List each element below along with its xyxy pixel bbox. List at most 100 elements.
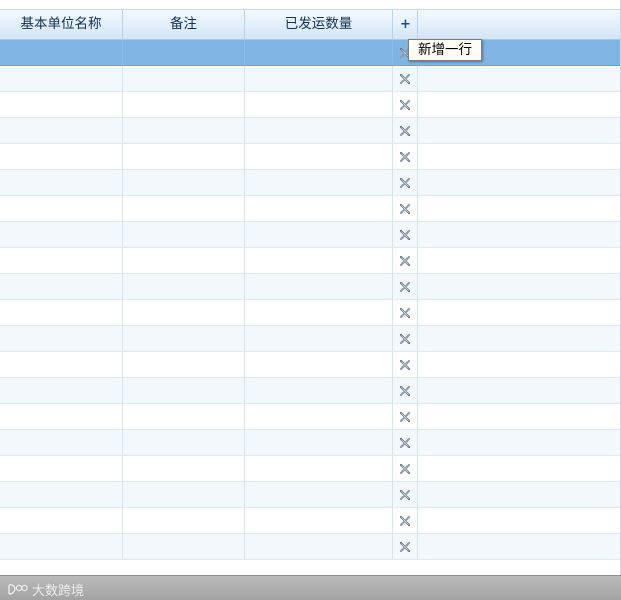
cell-base-unit-name[interactable]: [0, 404, 123, 429]
cell-remark[interactable]: [123, 534, 245, 559]
cell-shipped-qty[interactable]: [245, 534, 393, 559]
delete-row-button[interactable]: [393, 144, 418, 169]
cell-base-unit-name[interactable]: [0, 274, 123, 299]
cell-shipped-qty[interactable]: [245, 92, 393, 117]
table-row[interactable]: [0, 274, 620, 300]
cell-base-unit-name[interactable]: [0, 482, 123, 507]
cell-shipped-qty[interactable]: [245, 196, 393, 221]
cell-base-unit-name[interactable]: [0, 300, 123, 325]
cell-remark[interactable]: [123, 378, 245, 403]
cell-shipped-qty[interactable]: [245, 66, 393, 91]
table-row[interactable]: [0, 508, 620, 534]
cell-base-unit-name[interactable]: [0, 534, 123, 559]
delete-row-button[interactable]: [393, 92, 418, 117]
cell-shipped-qty[interactable]: [245, 170, 393, 195]
cell-base-unit-name[interactable]: [0, 378, 123, 403]
cell-base-unit-name[interactable]: [0, 144, 123, 169]
cell-base-unit-name[interactable]: [0, 326, 123, 351]
cell-shipped-qty[interactable]: [245, 248, 393, 273]
cell-base-unit-name[interactable]: [0, 118, 123, 143]
table-row[interactable]: [0, 482, 620, 508]
cell-shipped-qty[interactable]: [245, 300, 393, 325]
cell-remark[interactable]: [123, 222, 245, 247]
cell-remark[interactable]: [123, 508, 245, 533]
table-row[interactable]: [0, 378, 620, 404]
delete-row-button[interactable]: [393, 352, 418, 377]
delete-row-button[interactable]: [393, 118, 418, 143]
table-row[interactable]: [0, 430, 620, 456]
cell-base-unit-name[interactable]: [0, 92, 123, 117]
cell-base-unit-name[interactable]: [0, 170, 123, 195]
column-header-base-unit-name[interactable]: 基本单位名称: [0, 10, 123, 39]
cell-remark[interactable]: [123, 170, 245, 195]
table-row[interactable]: [0, 404, 620, 430]
cell-shipped-qty[interactable]: [245, 430, 393, 455]
table-row[interactable]: [0, 92, 620, 118]
delete-row-button[interactable]: [393, 534, 418, 559]
delete-row-button[interactable]: [393, 170, 418, 195]
cell-remark[interactable]: [123, 92, 245, 117]
cell-shipped-qty[interactable]: [245, 456, 393, 481]
table-row[interactable]: [0, 326, 620, 352]
delete-row-button[interactable]: [393, 326, 418, 351]
table-row[interactable]: [0, 196, 620, 222]
delete-row-button[interactable]: [393, 300, 418, 325]
cell-remark[interactable]: [123, 66, 245, 91]
cell-remark[interactable]: [123, 352, 245, 377]
cell-shipped-qty[interactable]: [245, 274, 393, 299]
cell-remark[interactable]: [123, 144, 245, 169]
table-row[interactable]: [0, 118, 620, 144]
cell-shipped-qty[interactable]: [245, 378, 393, 403]
cell-remark[interactable]: [123, 430, 245, 455]
cell-base-unit-name[interactable]: [0, 456, 123, 481]
delete-row-button[interactable]: [393, 482, 418, 507]
delete-row-button[interactable]: [393, 378, 418, 403]
delete-row-button[interactable]: [393, 404, 418, 429]
cell-base-unit-name[interactable]: [0, 66, 123, 91]
column-header-remark[interactable]: 备注: [123, 10, 245, 39]
cell-base-unit-name[interactable]: [0, 352, 123, 377]
table-row[interactable]: [0, 534, 620, 560]
cell-shipped-qty[interactable]: [245, 144, 393, 169]
table-row[interactable]: [0, 300, 620, 326]
cell-remark[interactable]: [123, 196, 245, 221]
delete-row-button[interactable]: [393, 456, 418, 481]
cell-base-unit-name[interactable]: [0, 196, 123, 221]
table-row[interactable]: [0, 456, 620, 482]
delete-row-button[interactable]: [393, 196, 418, 221]
table-row[interactable]: [0, 40, 620, 66]
table-row[interactable]: [0, 144, 620, 170]
delete-row-button[interactable]: [393, 66, 418, 91]
cell-shipped-qty[interactable]: [245, 326, 393, 351]
cell-shipped-qty[interactable]: [245, 118, 393, 143]
cell-remark[interactable]: [123, 300, 245, 325]
cell-remark[interactable]: [123, 482, 245, 507]
cell-remark[interactable]: [123, 248, 245, 273]
cell-remark[interactable]: [123, 40, 245, 65]
table-row[interactable]: [0, 222, 620, 248]
cell-base-unit-name[interactable]: [0, 222, 123, 247]
cell-shipped-qty[interactable]: [245, 222, 393, 247]
cell-shipped-qty[interactable]: [245, 404, 393, 429]
cell-base-unit-name[interactable]: [0, 508, 123, 533]
cell-shipped-qty[interactable]: [245, 482, 393, 507]
cell-shipped-qty[interactable]: [245, 508, 393, 533]
cell-base-unit-name[interactable]: [0, 430, 123, 455]
table-row[interactable]: [0, 248, 620, 274]
delete-row-button[interactable]: [393, 222, 418, 247]
table-row[interactable]: [0, 352, 620, 378]
delete-row-button[interactable]: [393, 508, 418, 533]
cell-remark[interactable]: [123, 404, 245, 429]
delete-row-button[interactable]: [393, 248, 418, 273]
cell-remark[interactable]: [123, 326, 245, 351]
cell-remark[interactable]: [123, 118, 245, 143]
cell-base-unit-name[interactable]: [0, 248, 123, 273]
cell-shipped-qty[interactable]: [245, 352, 393, 377]
cell-base-unit-name[interactable]: [0, 40, 123, 65]
delete-row-button[interactable]: [393, 274, 418, 299]
cell-shipped-qty[interactable]: [245, 40, 393, 65]
add-row-button[interactable]: +: [393, 11, 417, 39]
column-header-shipped-qty[interactable]: 已发运数量: [245, 10, 393, 39]
table-row[interactable]: [0, 170, 620, 196]
delete-row-button[interactable]: [393, 430, 418, 455]
